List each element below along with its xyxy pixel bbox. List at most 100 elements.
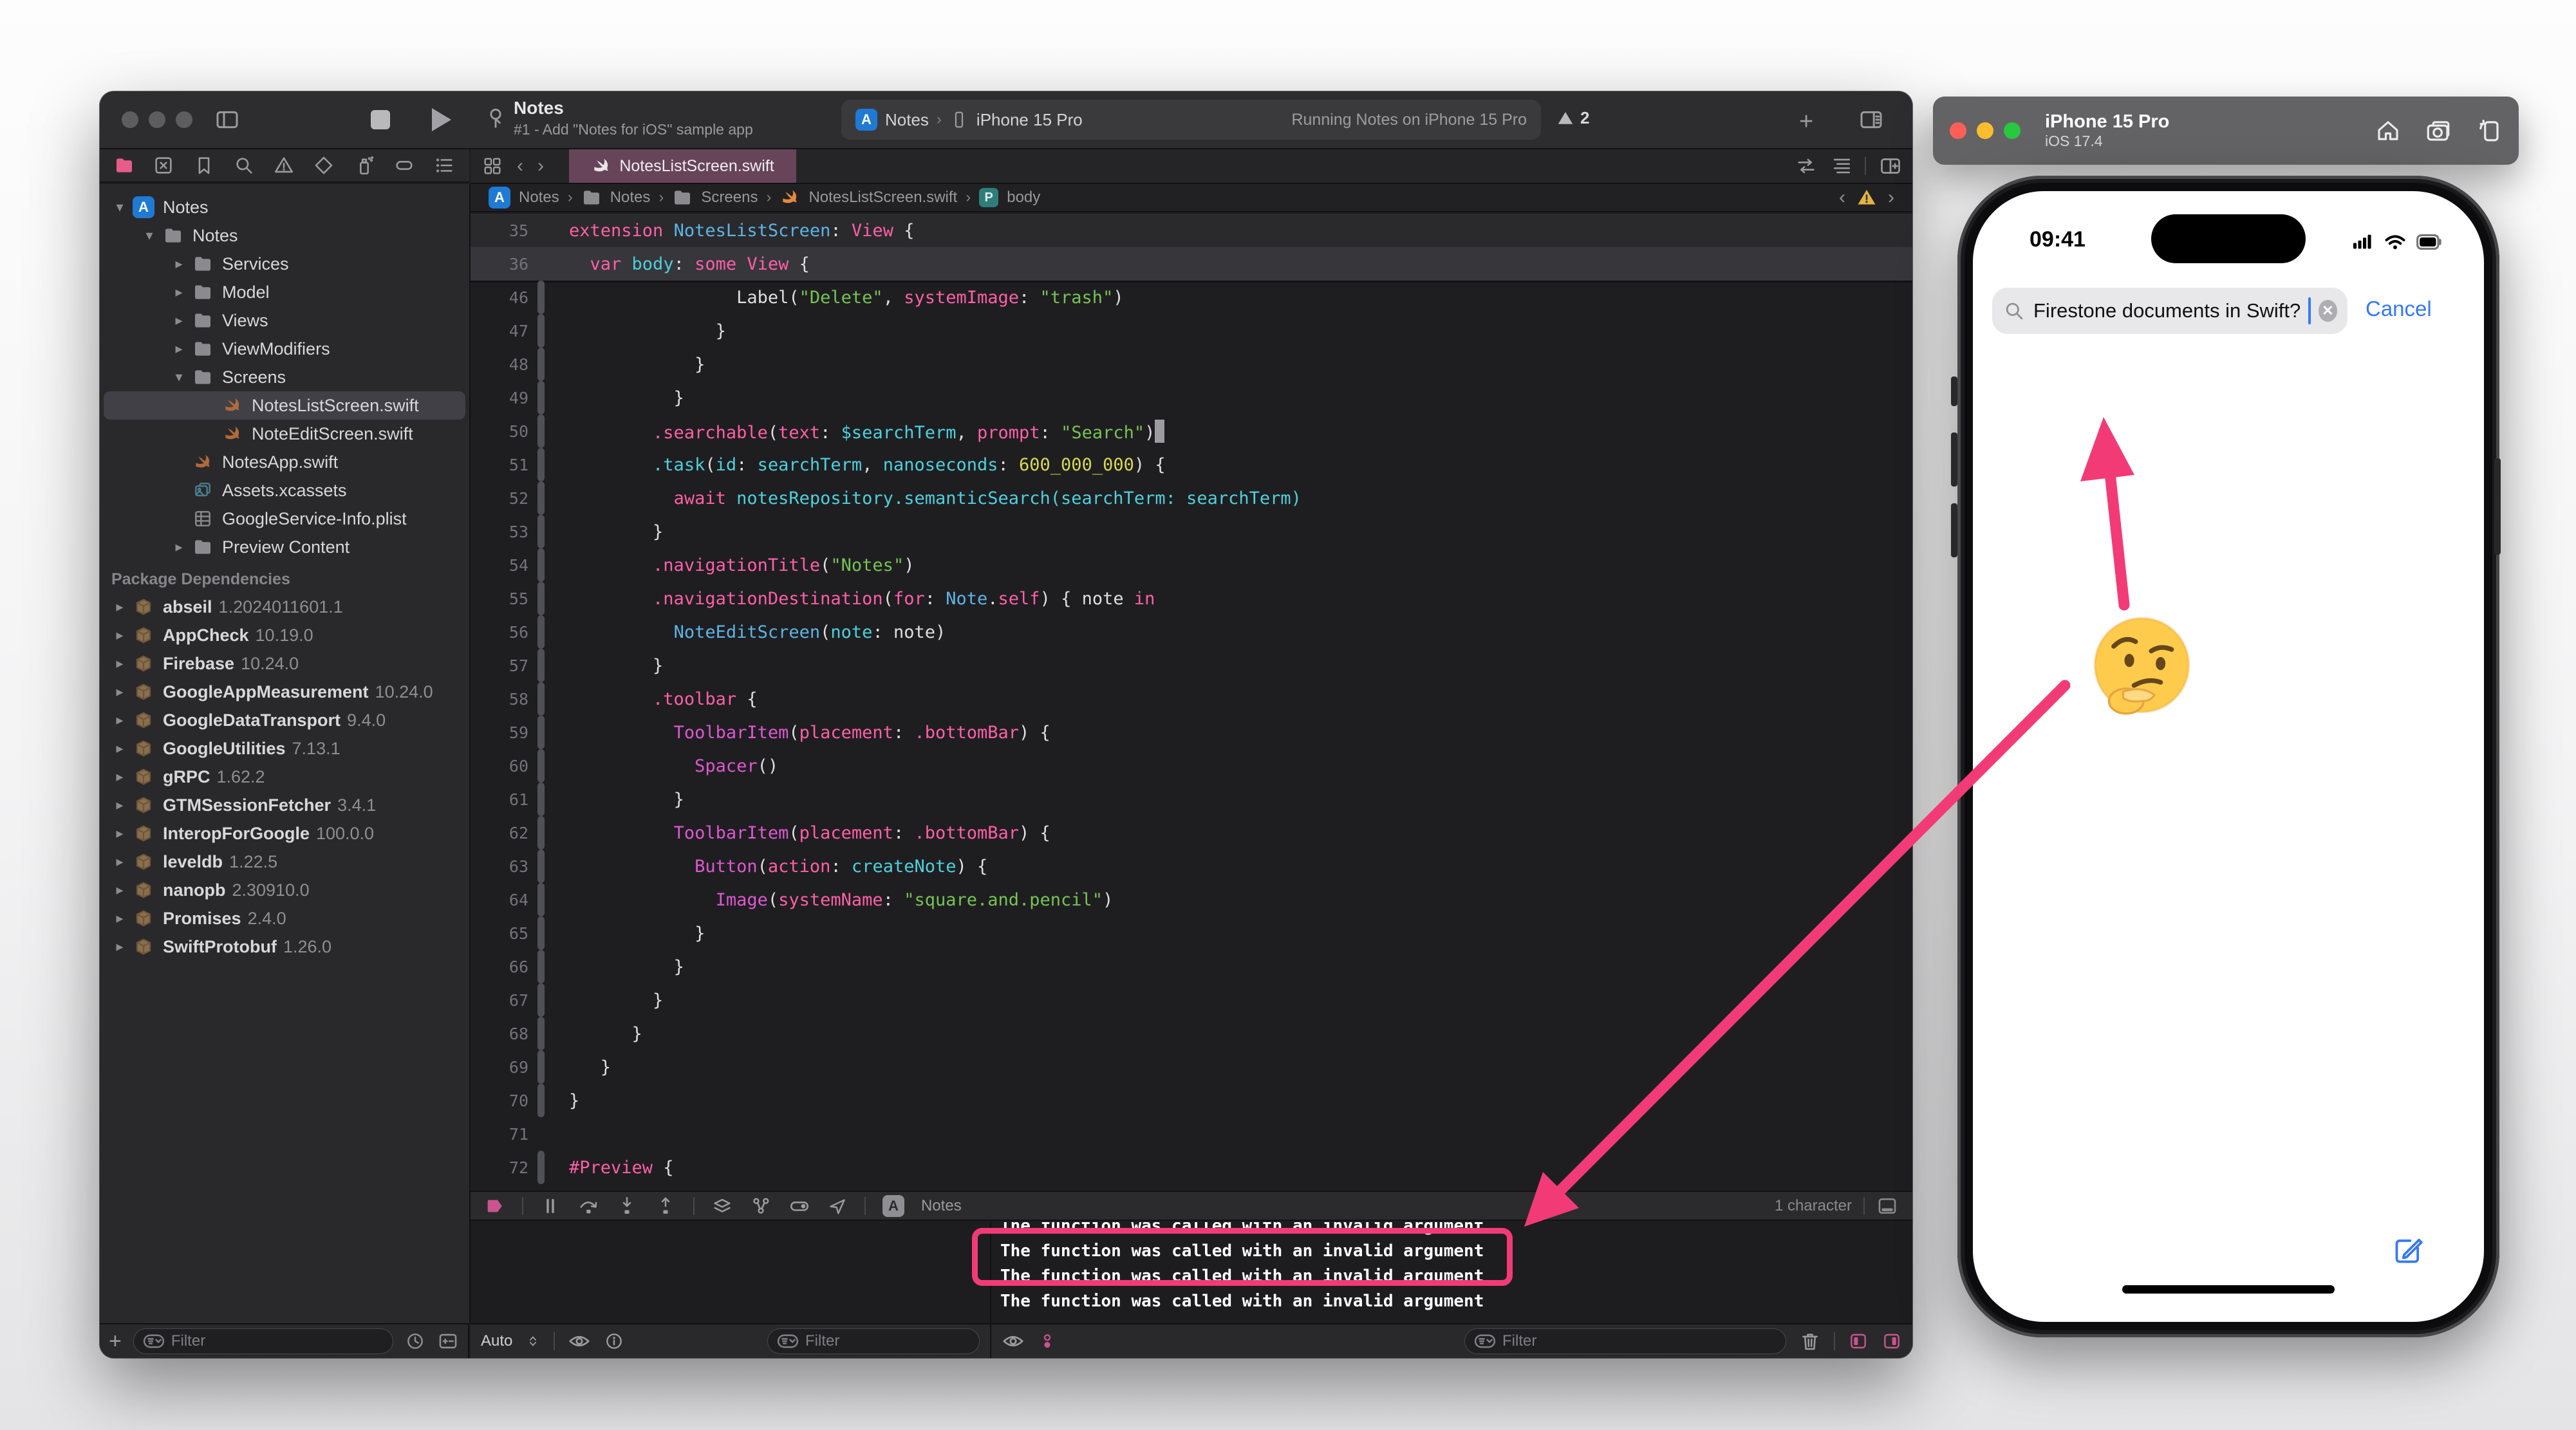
minimize-window-button[interactable] xyxy=(1977,122,1993,139)
disclosure-icon[interactable]: ▾ xyxy=(168,369,190,385)
line-number[interactable]: 48 xyxy=(471,355,537,374)
code-line[interactable]: 57 } xyxy=(471,649,1912,682)
line-number[interactable]: 66 xyxy=(471,958,537,976)
code-line[interactable]: 47 } xyxy=(471,314,1912,348)
line-number[interactable]: 58 xyxy=(471,690,537,709)
package-item[interactable]: ▸ InteropForGoogle 100.0.0 xyxy=(104,819,465,848)
search-input-text[interactable]: Firestone documents in Swift? xyxy=(2033,299,2301,322)
recent-files-icon[interactable] xyxy=(405,1331,425,1351)
test-navigator-icon[interactable] xyxy=(313,154,335,176)
line-number[interactable]: 63 xyxy=(471,857,537,876)
quicklook-icon[interactable] xyxy=(568,1330,591,1353)
run-destination[interactable]: iPhone 15 Pro xyxy=(976,110,1083,130)
line-number[interactable]: 69 xyxy=(471,1058,537,1077)
code-review-icon[interactable] xyxy=(1795,155,1817,177)
code-line[interactable]: 50 .searchable(text: $searchTerm, prompt… xyxy=(471,414,1912,448)
code-line[interactable]: 54 .navigationTitle("Notes") xyxy=(471,548,1912,582)
add-editor-icon[interactable] xyxy=(1879,154,1902,178)
disclosure-icon[interactable]: ▸ xyxy=(109,740,131,757)
package-item[interactable]: ▸ GoogleDataTransport 9.4.0 xyxy=(104,706,465,734)
code-line[interactable]: 55 .navigationDestination(for: Note.self… xyxy=(471,582,1912,615)
adjust-editor-icon[interactable] xyxy=(1830,155,1852,177)
file-tree-item[interactable]: ▾ Screens xyxy=(104,363,465,391)
line-number[interactable]: 71 xyxy=(471,1125,537,1144)
breadcrumb-group[interactable]: Screens xyxy=(701,189,758,207)
code-line[interactable]: 66 } xyxy=(471,950,1912,983)
debug-navigator-icon[interactable] xyxy=(353,154,375,176)
run-button[interactable] xyxy=(432,108,451,131)
info-icon[interactable] xyxy=(604,1331,624,1351)
file-tree-item[interactable]: ▸ Preview Content xyxy=(104,533,465,561)
clear-search-button[interactable]: ✕ xyxy=(2318,300,2337,322)
disclosure-icon[interactable]: ▸ xyxy=(109,655,131,672)
search-field[interactable]: Firestone documents in Swift? ✕ xyxy=(1992,288,2347,334)
report-navigator-icon[interactable] xyxy=(433,154,455,176)
disclosure-icon[interactable]: ▸ xyxy=(109,882,131,898)
line-number[interactable]: 68 xyxy=(471,1025,537,1043)
disclosure-icon[interactable]: ▸ xyxy=(109,712,131,729)
source-control-navigator-icon[interactable] xyxy=(153,154,174,176)
line-number[interactable]: 35 xyxy=(471,221,537,240)
simulate-location-icon[interactable] xyxy=(827,1196,848,1216)
line-number[interactable]: 36 xyxy=(471,255,537,274)
find-navigator-icon[interactable] xyxy=(233,154,255,176)
line-number[interactable]: 72 xyxy=(471,1158,537,1177)
add-file-button[interactable]: + xyxy=(109,1329,122,1354)
file-tree-item[interactable]: ▸ Model xyxy=(104,278,465,306)
close-window-button[interactable] xyxy=(122,111,138,128)
line-number[interactable]: 59 xyxy=(471,723,537,742)
zoom-window-button[interactable] xyxy=(2004,122,2021,139)
disclosure-icon[interactable]: ▸ xyxy=(168,539,190,555)
console-filter-field[interactable]: Filter xyxy=(1464,1328,1786,1354)
line-number[interactable]: 67 xyxy=(471,991,537,1010)
package-item[interactable]: ▸ AppCheck 10.19.0 xyxy=(104,621,465,649)
disclosure-icon[interactable]: ▸ xyxy=(109,627,131,644)
view-hierarchy-icon[interactable] xyxy=(711,1195,733,1217)
show-console-panel-icon[interactable] xyxy=(1881,1331,1902,1351)
file-tree-item[interactable]: ▸ Services xyxy=(104,250,465,278)
screenshot-icon[interactable] xyxy=(2425,117,2452,144)
line-number[interactable]: 49 xyxy=(471,389,537,407)
navigator-filter-field[interactable]: Filter xyxy=(133,1328,393,1354)
line-number[interactable]: 46 xyxy=(471,288,537,307)
line-number[interactable]: 64 xyxy=(471,891,537,909)
package-item[interactable]: ▸ SwiftProtobuf 1.26.0 xyxy=(104,933,465,961)
code-line[interactable]: 64 Image(systemName: "square.and.pencil"… xyxy=(471,883,1912,916)
code-line[interactable]: 36 var body: some View { xyxy=(471,247,1912,281)
file-tree-item[interactable]: ▾ A Notes xyxy=(104,193,465,221)
source-control-filter-icon[interactable] xyxy=(437,1330,459,1352)
code-line[interactable]: 62 ToolbarItem(placement: .bottomBar) { xyxy=(471,816,1912,850)
show-variables-panel-icon[interactable] xyxy=(1848,1331,1869,1351)
bookmark-navigator-icon[interactable] xyxy=(193,154,215,176)
disclosure-icon[interactable]: ▸ xyxy=(109,797,131,813)
disclosure-icon[interactable]: ▸ xyxy=(109,768,131,785)
package-item[interactable]: ▸ abseil 1.2024011601.1 xyxy=(104,593,465,621)
disclosure-icon[interactable]: ▸ xyxy=(109,938,131,955)
code-line[interactable]: 60 Spacer() xyxy=(471,749,1912,783)
line-number[interactable]: 52 xyxy=(471,489,537,508)
code-line[interactable]: 61 } xyxy=(471,783,1912,816)
project-navigator-icon[interactable] xyxy=(114,155,135,176)
new-note-button[interactable] xyxy=(2390,1232,2426,1268)
back-icon[interactable]: ‹ xyxy=(517,155,523,177)
code-line[interactable]: 72 #Preview { xyxy=(471,1151,1912,1184)
breadcrumb-file[interactable]: NotesListScreen.swift xyxy=(808,189,957,207)
code-line[interactable]: 56 NoteEditScreen(note: note) xyxy=(471,615,1912,649)
disclosure-icon[interactable]: ▸ xyxy=(109,599,131,615)
disclosure-icon[interactable]: ▸ xyxy=(109,910,131,927)
step-out-icon[interactable] xyxy=(655,1195,677,1217)
line-number[interactable]: 61 xyxy=(471,790,537,809)
toggle-navigator-icon[interactable] xyxy=(214,107,240,133)
variables-scope-select[interactable]: Auto xyxy=(481,1332,512,1350)
disclosure-icon[interactable]: ▸ xyxy=(168,284,190,301)
issue-navigator-icon[interactable] xyxy=(273,154,295,176)
package-item[interactable]: ▸ GoogleAppMeasurement 10.24.0 xyxy=(104,678,465,706)
breadcrumb-group[interactable]: Notes xyxy=(610,189,651,207)
line-number[interactable]: 55 xyxy=(471,590,537,608)
home-button-icon[interactable] xyxy=(2375,117,2402,144)
line-number[interactable]: 50 xyxy=(471,422,537,441)
disclosure-icon[interactable]: ▾ xyxy=(138,227,160,244)
line-number[interactable]: 57 xyxy=(471,656,537,675)
file-tree-item[interactable]: GoogleService-Info.plist xyxy=(104,505,465,533)
cancel-button[interactable]: Cancel xyxy=(2366,297,2432,321)
